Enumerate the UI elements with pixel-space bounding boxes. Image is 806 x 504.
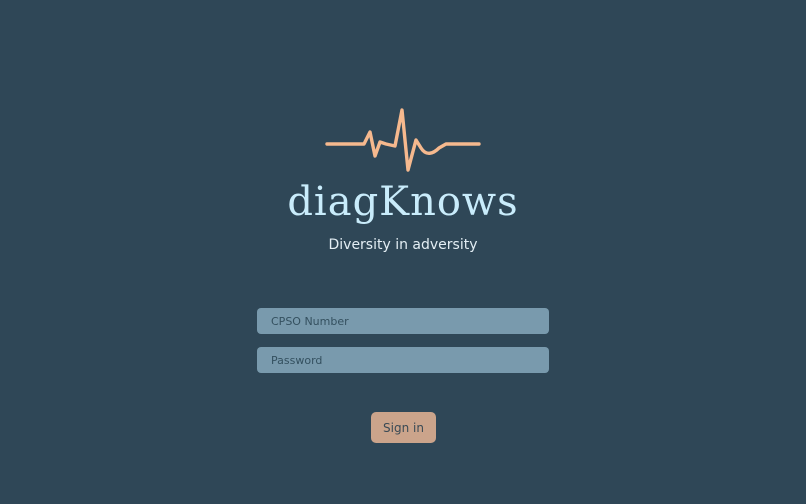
- logo: [0, 100, 806, 180]
- cpso-number-input[interactable]: [257, 308, 549, 334]
- tagline: Diversity in adversity: [328, 237, 478, 253]
- brand-name: diagKnows: [287, 179, 519, 225]
- sign-in-button[interactable]: Sign in: [371, 412, 436, 443]
- heartbeat-pulse-icon: [325, 108, 481, 172]
- password-input[interactable]: [257, 347, 549, 373]
